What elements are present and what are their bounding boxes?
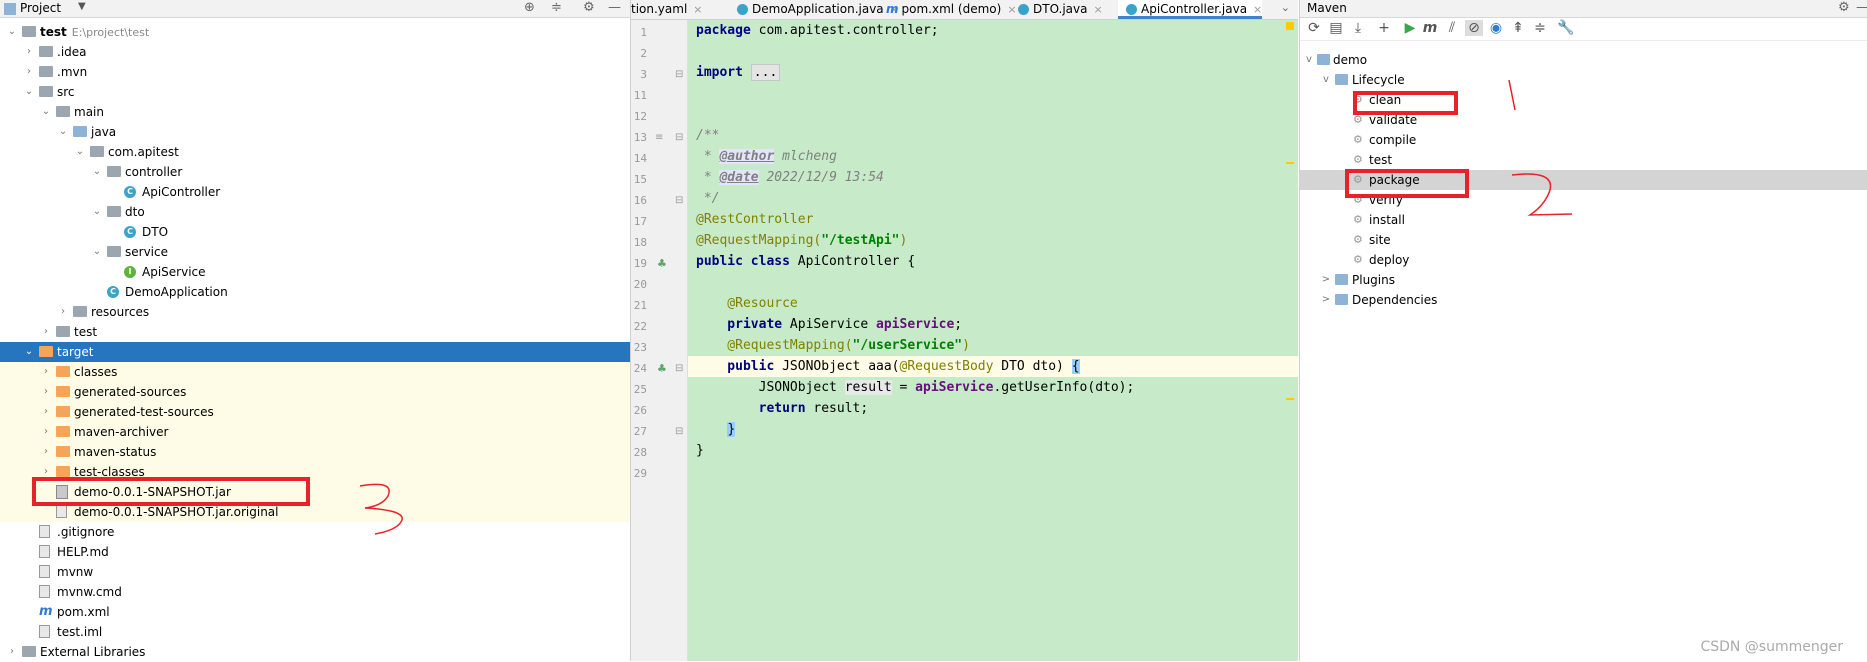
watermark: CSDN @summenger xyxy=(1700,639,1843,655)
annotation-handwriting: 1 2 3 xyxy=(359,79,1573,535)
